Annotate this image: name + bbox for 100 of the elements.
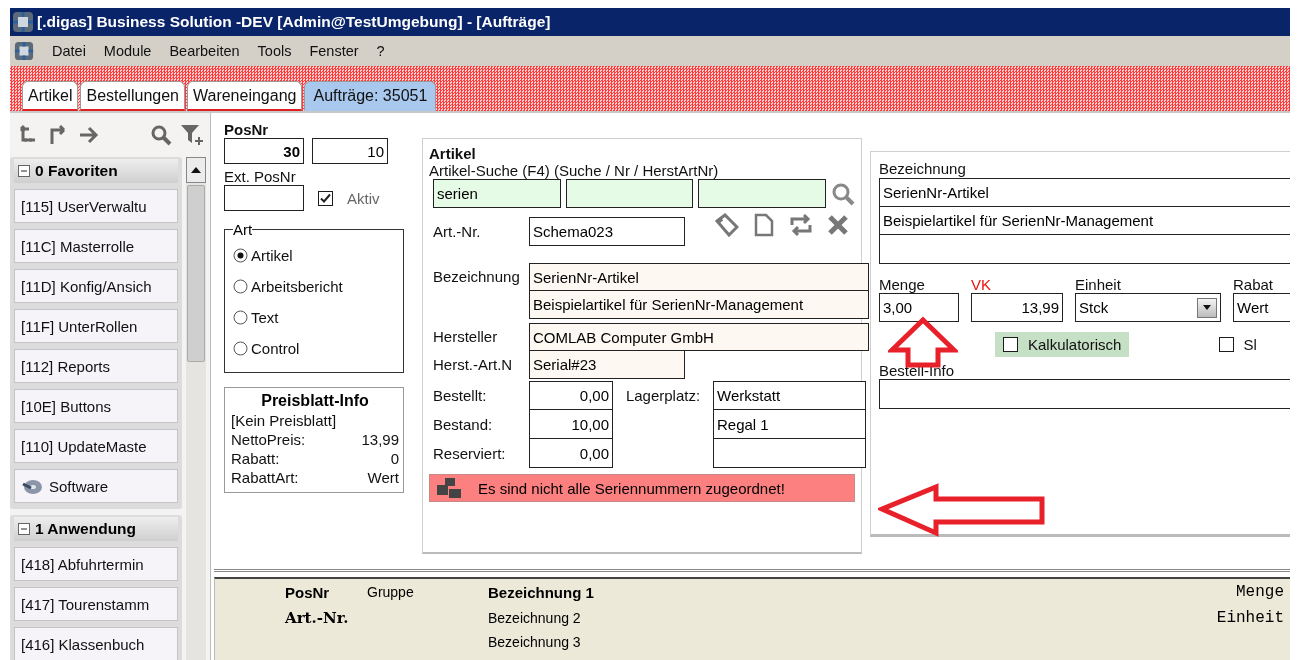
info-text: [Kein Preisblatt] <box>231 412 338 429</box>
field-label: Einheit <box>1075 276 1122 293</box>
sidebar-item[interactable]: [115] UserVerwaltu <box>14 189 178 223</box>
search-field[interactable] <box>698 179 826 208</box>
stock-field[interactable]: 0,00 <box>529 439 613 468</box>
price-field[interactable]: 13,99 <box>971 293 1063 322</box>
storage-field[interactable]: Werkstatt <box>713 381 866 410</box>
sidebar-item[interactable]: Software <box>14 469 178 503</box>
column-header: Bezeichnung 1 <box>488 583 595 601</box>
right-arrow-icon[interactable] <box>78 124 100 146</box>
art-nr-field[interactable]: Schema023 <box>529 217 685 246</box>
field-label: Reserviert: <box>433 444 507 464</box>
field-label: Bestell-Info <box>879 362 955 379</box>
scroll-thumb[interactable] <box>187 185 205 362</box>
manufacturer-field[interactable]: COMLAB Computer GmbH <box>529 323 869 351</box>
dropdown-button[interactable] <box>1197 297 1217 318</box>
designation-field[interactable]: Beispielartikel für SerienNr-Management <box>529 291 869 319</box>
sidebar-item[interactable]: [10E] Buttons <box>14 389 178 423</box>
checkbox[interactable] <box>318 190 333 206</box>
discount-field[interactable]: Wert <box>1233 293 1290 322</box>
manufacturer-art-nr-field[interactable]: Serial#23 <box>529 351 685 379</box>
checkbox-label: Aktiv <box>347 189 380 207</box>
sidebar-item[interactable]: [112] Reports <box>14 349 178 383</box>
radio-label: Artikel <box>251 247 293 264</box>
info-label: RabattArt: <box>231 469 299 486</box>
column-header: Gruppe <box>367 584 415 601</box>
search-field[interactable]: serien <box>433 179 561 208</box>
tab[interactable]: Bestellungen <box>80 81 185 111</box>
field-label: PosNr <box>224 121 270 138</box>
app-icon <box>12 11 34 33</box>
search-field[interactable] <box>565 179 694 208</box>
ext-posnr-field[interactable] <box>224 185 304 211</box>
field-label: Hersteller <box>433 327 499 347</box>
menu-item[interactable]: Datei <box>52 43 86 59</box>
app-icon[interactable] <box>14 41 34 61</box>
checkbox-label: Kalkulatorisch <box>1028 336 1122 353</box>
info-value: Wert <box>367 469 399 486</box>
stock-field[interactable]: 10,00 <box>529 410 613 439</box>
sidebar-item[interactable]: [418] Abfuhrtermin <box>14 547 178 581</box>
tab[interactable]: Aufträge: 35051 <box>304 81 437 111</box>
radio-label: Text <box>251 309 279 326</box>
close-icon[interactable] <box>827 213 849 236</box>
field-label: Menge <box>879 276 926 293</box>
field-label: Ext. PosNr <box>224 168 297 185</box>
order-info-field[interactable] <box>879 379 1290 409</box>
checkbox[interactable] <box>1219 337 1235 352</box>
info-label: Rabatt: <box>231 450 280 467</box>
field-label: Bezeichnung <box>879 160 966 177</box>
storage-field[interactable]: Regal 1 <box>713 410 866 439</box>
radio-button[interactable] <box>233 310 248 325</box>
designation-field[interactable]: SerienNr-Artikel <box>529 263 869 291</box>
collapse-icon[interactable] <box>18 165 30 177</box>
scrollbar[interactable] <box>186 157 206 660</box>
panel-title: Preisblatt-Info <box>260 392 370 410</box>
sidebar-item[interactable]: [110] UpdateMaste <box>14 429 178 463</box>
tab[interactable]: Wareneingang <box>186 81 303 111</box>
checkbox[interactable] <box>1003 337 1018 352</box>
field-label: Rabat <box>1233 276 1275 293</box>
caret-down-icon[interactable] <box>1203 305 1211 310</box>
refresh-icon[interactable] <box>789 212 813 237</box>
menu-item[interactable]: Module <box>103 43 152 59</box>
column-header: Bezeichnung 3 <box>488 634 582 651</box>
sidebar-item[interactable]: [417] Tourenstamm <box>14 587 178 621</box>
scroll-up-arrow-icon[interactable] <box>191 167 201 173</box>
unit-select[interactable]: Stck <box>1075 293 1221 322</box>
stock-field[interactable]: 0,00 <box>529 381 613 410</box>
field-label: Art.-Nr. <box>433 223 482 240</box>
info-label: NettoPreis: <box>231 431 306 448</box>
storage-field[interactable] <box>713 439 866 468</box>
radio-label: Control <box>251 340 300 357</box>
column-header: PosNr <box>285 583 331 601</box>
field-label: Artikel-Suche (F4) (Suche / Nr / HerstArtNr) <box>429 162 720 179</box>
menu-item[interactable]: Bearbeiten <box>169 43 240 59</box>
filter-icon[interactable] <box>180 123 204 147</box>
menu-item[interactable]: ? <box>376 43 385 59</box>
window-title: [.digas] Business Solution -DEV [Admin@TestUmgebung] - [Aufträge] <box>37 13 551 31</box>
menu-item[interactable]: Fenster <box>309 43 359 59</box>
radio-label: Arbeitsbericht <box>251 278 343 295</box>
search-icon[interactable] <box>150 124 172 146</box>
stacked-squares-icon <box>436 477 462 499</box>
sidebar-item[interactable]: [11F] UnterRollen <box>14 309 178 343</box>
radio-button[interactable] <box>233 248 248 263</box>
sub-posnr-field[interactable]: 10 <box>312 138 388 164</box>
posnr-field[interactable]: 30 <box>224 138 304 164</box>
field-label: Bestand: <box>433 415 494 435</box>
sidebar-item[interactable]: [11D] Konfig/Ansich <box>14 269 178 303</box>
document-icon[interactable] <box>753 212 775 237</box>
radio-button[interactable] <box>233 279 248 294</box>
field-label: VK <box>971 276 992 293</box>
tab[interactable]: Artikel <box>22 81 79 111</box>
search-icon[interactable] <box>831 181 855 206</box>
radio-button[interactable] <box>233 341 248 356</box>
menu-item[interactable]: Tools <box>257 43 292 59</box>
field-label: Herst.-Art.N <box>433 355 514 375</box>
quantity-field[interactable]: 3,00 <box>879 293 959 322</box>
info-value: 0 <box>390 450 399 467</box>
collapse-icon[interactable] <box>18 523 30 535</box>
tag-icon[interactable] <box>715 212 739 237</box>
sidebar-item[interactable]: [11C] Masterrolle <box>14 229 178 263</box>
sidebar-item[interactable]: [416] Klassenbuch <box>14 627 178 660</box>
